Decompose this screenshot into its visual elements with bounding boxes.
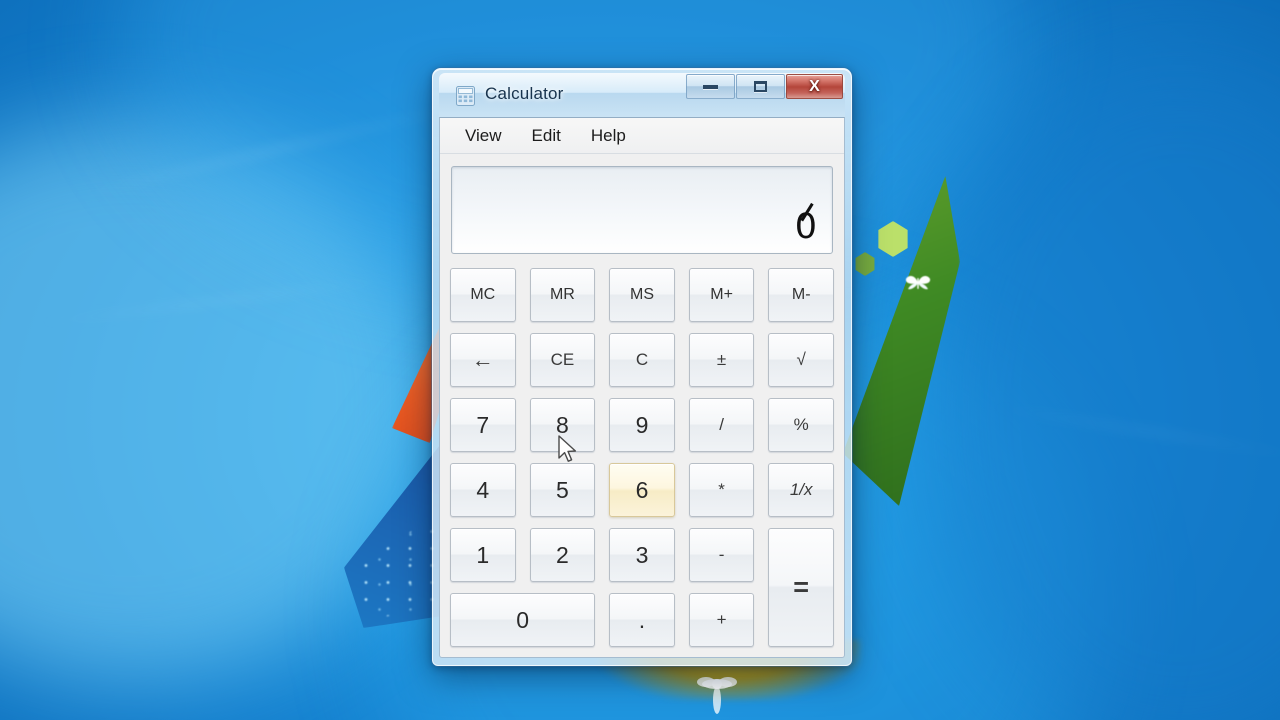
light-sparkle-icon (697, 677, 737, 714)
clear-entry-button[interactable]: CE (529, 333, 596, 387)
subtract-button[interactable]: - (688, 528, 755, 582)
butterfly-icon (905, 276, 931, 290)
wallpaper-glow-left (0, 120, 440, 680)
window-controls: X (685, 74, 843, 100)
menu-item-help[interactable]: Help (579, 124, 638, 148)
display-value: 0 (795, 210, 818, 245)
digit-2-button[interactable]: 2 (529, 528, 596, 582)
calculator-icon (456, 86, 475, 106)
digit-8-button[interactable]: 8 (529, 398, 596, 452)
hexagon-icon (878, 221, 908, 257)
window-titlebar[interactable]: Calculator X (439, 73, 845, 117)
display-digit: 0 (794, 207, 818, 247)
percent-button[interactable]: % (768, 398, 834, 452)
minimize-icon (703, 84, 718, 89)
memory-recall-button[interactable]: MR (529, 268, 596, 322)
maximize-button[interactable] (736, 74, 785, 99)
memory-clear-button[interactable]: MC (450, 268, 516, 322)
calculator-keypad: MC MR MS M+ M- ← CE C ± √ 7 8 9/% 4 5 6 * 1/x 1 2 3- = 0. + (450, 268, 834, 647)
digit-3-button[interactable]: 3 (609, 528, 675, 582)
wallpaper-glow-right (920, 60, 1280, 720)
minimize-button[interactable] (686, 74, 735, 99)
calculator-body: 0 MC MR MS M+ M- ← CE C ± √ 7 8 9/% 4 5 6 * 1/x 1 2 3- = 0. + (440, 154, 844, 657)
wallpaper-light-streak (31, 276, 409, 326)
calculator-window[interactable]: Calculator X View Edit Help 0 MC MR MS M… (432, 68, 852, 666)
decimal-point-button[interactable]: . (609, 593, 675, 647)
menu-bar: View Edit Help (440, 118, 844, 154)
multiply-button[interactable]: * (688, 463, 755, 517)
memory-store-button[interactable]: MS (609, 268, 675, 322)
key-label: 1/x (789, 480, 813, 499)
digit-6-button[interactable]: 6 (609, 463, 675, 517)
menu-item-view[interactable]: View (453, 124, 514, 148)
maximize-icon (754, 81, 767, 92)
memory-subtract-button[interactable]: M- (768, 268, 834, 322)
close-button[interactable]: X (786, 74, 843, 99)
reciprocal-button[interactable]: 1/x (768, 463, 834, 517)
backspace-button[interactable]: ← (450, 333, 516, 387)
window-client-area: View Edit Help 0 MC MR MS M+ M- ← CE C ± √ 7 8 9/% 4 5… (439, 117, 845, 658)
close-icon: X (809, 77, 820, 95)
digit-5-button[interactable]: 5 (529, 463, 596, 517)
hexagon-icon (855, 252, 875, 276)
digit-7-button[interactable]: 7 (450, 398, 516, 452)
memory-add-button[interactable]: M+ (688, 268, 755, 322)
equals-button[interactable]: = (768, 528, 834, 647)
desktop[interactable]: Calculator X View Edit Help 0 MC MR MS M… (0, 0, 1280, 720)
calculator-display[interactable]: 0 (451, 166, 833, 254)
square-root-button[interactable]: √ (768, 333, 834, 387)
wallpaper-light-streak (65, 102, 475, 200)
digit-1-button[interactable]: 1 (450, 528, 516, 582)
window-title: Calculator (485, 84, 564, 103)
divide-button[interactable]: / (688, 398, 755, 452)
digit-9-button[interactable]: 9 (609, 398, 675, 452)
wallpaper-light-streak (981, 404, 1280, 458)
add-button[interactable]: + (688, 593, 755, 647)
digit-0-button[interactable]: 0 (450, 593, 596, 647)
sign-toggle-button[interactable]: ± (688, 333, 755, 387)
clear-button[interactable]: C (609, 333, 675, 387)
digit-4-button[interactable]: 4 (450, 463, 516, 517)
menu-item-edit[interactable]: Edit (520, 124, 573, 148)
